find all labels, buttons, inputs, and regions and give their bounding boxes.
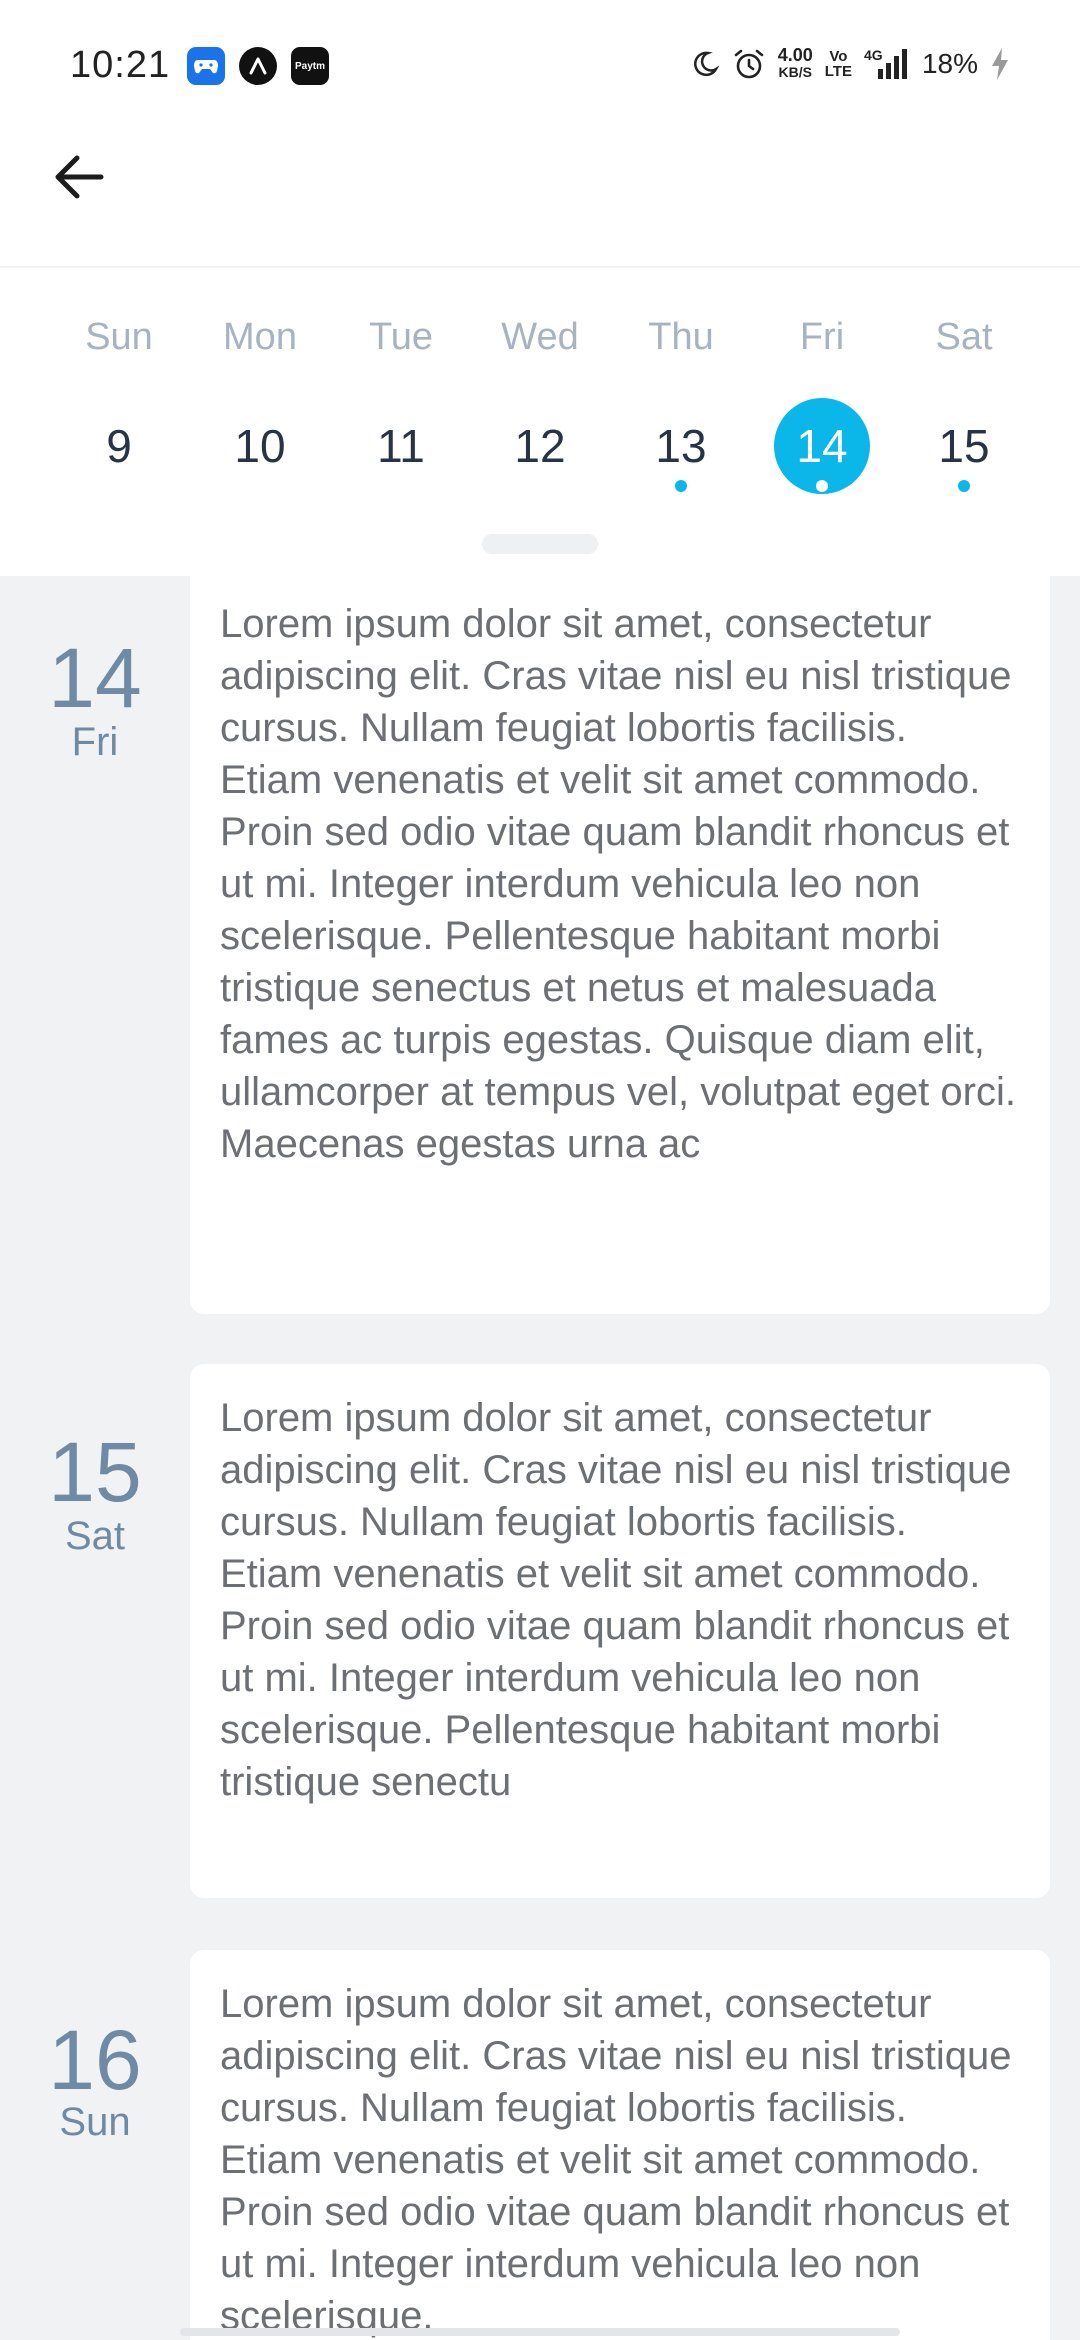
signal-icon: 4G bbox=[864, 47, 910, 81]
event-dot bbox=[816, 480, 828, 492]
day-name: Sun bbox=[85, 316, 153, 358]
day-number: 9 bbox=[106, 420, 132, 472]
drag-handle[interactable] bbox=[482, 534, 598, 554]
paytm-icon-label: Paytm bbox=[294, 60, 325, 72]
event-dot bbox=[958, 480, 970, 492]
week-strip: Sun 9 Mon 10 Tue 11 Wed 12 Thu 13 Fri 14… bbox=[0, 266, 1080, 576]
arc-logo-icon bbox=[239, 47, 277, 85]
day-thu[interactable]: Thu 13 bbox=[616, 268, 746, 528]
back-button[interactable] bbox=[44, 142, 114, 212]
status-indicators: 4.00 KB/S Vo LTE 4G 18% bbox=[690, 44, 1010, 84]
note-card[interactable]: Lorem ipsum dolor sit amet, consectetur … bbox=[190, 1364, 1050, 1898]
note-text: Lorem ipsum dolor sit amet, consectetur … bbox=[220, 602, 1016, 1166]
day-mon[interactable]: Mon 10 bbox=[195, 268, 325, 528]
volte-indicator: Vo LTE bbox=[825, 49, 852, 79]
day-number: 12 bbox=[514, 420, 566, 472]
day-number: 11 bbox=[377, 420, 425, 472]
note-card[interactable]: Lorem ipsum dolor sit amet, consectetur … bbox=[190, 1950, 1050, 2340]
agenda-date-number: 16 bbox=[48, 2013, 142, 2107]
alarm-icon bbox=[734, 49, 763, 79]
day-name: Wed bbox=[501, 316, 579, 358]
day-name: Fri bbox=[799, 316, 845, 358]
battery-percent: 18% bbox=[921, 48, 978, 79]
day-name: Mon bbox=[223, 316, 297, 358]
day-name: Thu bbox=[648, 316, 714, 358]
day-tue[interactable]: Tue 11 bbox=[336, 268, 466, 528]
agenda-day-name: Fri bbox=[71, 720, 119, 764]
paytm-icon: Paytm bbox=[291, 47, 329, 85]
status-bar: 10:21 Paytm 4.00 KB/S Vo LTE 4G 18% bbox=[0, 0, 1080, 132]
event-dot bbox=[675, 480, 687, 492]
charging-icon bbox=[992, 48, 1008, 80]
volte-bottom: LTE bbox=[824, 63, 852, 80]
network-speed-value: 4.00 bbox=[777, 45, 813, 65]
agenda-day-name: Sun bbox=[59, 2100, 131, 2144]
day-fri[interactable]: Fri 14 bbox=[757, 268, 887, 528]
agenda-day-name: Sat bbox=[64, 1514, 126, 1558]
scroll-indicator bbox=[180, 2328, 900, 2336]
game-controller-icon bbox=[187, 47, 225, 85]
network-speed-unit: KB/S bbox=[778, 64, 812, 80]
day-name: Sat bbox=[935, 316, 993, 358]
moon-icon bbox=[693, 51, 720, 77]
agenda-item: 16 Sun Lorem ipsum dolor sit amet, conse… bbox=[0, 1950, 1080, 2340]
day-sun[interactable]: Sun 9 bbox=[54, 268, 184, 528]
day-number: 10 bbox=[234, 420, 286, 472]
app-root: 10:21 Paytm 4.00 KB/S Vo LTE 4G 18% Sun … bbox=[0, 0, 1080, 2340]
agenda-item: 14 Fri Lorem ipsum dolor sit amet, conse… bbox=[0, 570, 1080, 1314]
note-card[interactable]: Lorem ipsum dolor sit amet, consectetur … bbox=[190, 570, 1050, 1314]
app-header bbox=[0, 132, 1080, 268]
agenda-date-number: 14 bbox=[48, 631, 142, 725]
day-name: Tue bbox=[368, 316, 434, 358]
day-sat[interactable]: Sat 15 bbox=[899, 268, 1029, 528]
day-wed[interactable]: Wed 12 bbox=[475, 268, 605, 528]
agenda-item: 15 Sat Lorem ipsum dolor sit amet, conse… bbox=[0, 1364, 1080, 1898]
note-text: Lorem ipsum dolor sit amet, consectetur … bbox=[220, 1982, 1012, 2338]
network-speed: 4.00 KB/S bbox=[777, 45, 813, 81]
agenda-date-number: 15 bbox=[48, 1425, 142, 1519]
volte-top: Vo bbox=[829, 48, 848, 65]
note-text: Lorem ipsum dolor sit amet, consectetur … bbox=[220, 1396, 1012, 1804]
status-time: 10:21 bbox=[70, 44, 171, 86]
arrow-left-icon bbox=[55, 155, 104, 199]
